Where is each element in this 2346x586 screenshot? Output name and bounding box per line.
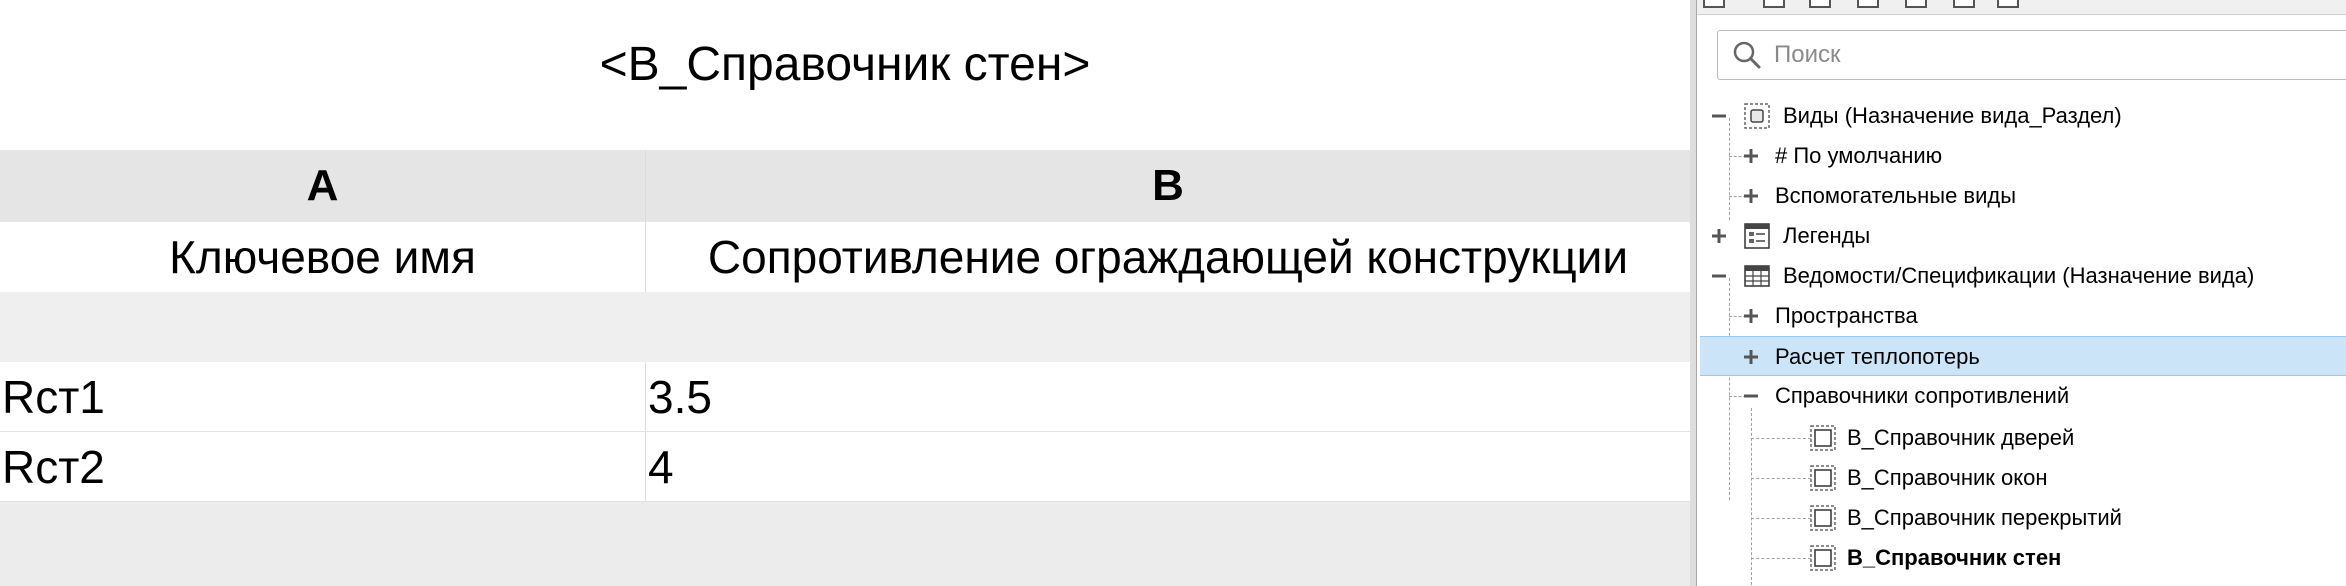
collapse-icon[interactable] — [1741, 386, 1761, 406]
collapse-icon[interactable] — [1709, 106, 1729, 126]
views-folder-icon — [1744, 103, 1770, 129]
tree-label: В_Справочник перекрытий — [1847, 505, 2122, 530]
search-input[interactable] — [1774, 37, 2334, 73]
tree-item-doors-ref[interactable]: В_Справочник дверей — [1697, 418, 2346, 458]
toolbar-icon[interactable] — [1905, 0, 1927, 8]
tree-item-resistance-refs[interactable]: Справочники сопротивлений — [1697, 376, 2346, 416]
toolbar-icon[interactable] — [1763, 0, 1785, 8]
tree-label: Расчет теплопотерь — [1775, 344, 1980, 369]
browser-tree: Виды (Назначение вида_Раздел) # По умолч… — [1697, 96, 2346, 586]
search-box[interactable] — [1717, 30, 2346, 80]
column-header-key-name[interactable]: Ключевое имя — [0, 222, 646, 292]
expand-icon[interactable] — [1741, 306, 1761, 326]
tree-label: Виды (Назначение вида_Раздел) — [1783, 103, 2122, 128]
column-letter-a[interactable]: A — [0, 150, 646, 222]
tree-label: В_Справочник стен — [1847, 545, 2062, 570]
tree-label: Вспомогательные виды — [1775, 183, 2017, 208]
schedule-view-icon — [1810, 505, 1836, 531]
tree-item-default[interactable]: # По умолчанию — [1697, 136, 2346, 176]
column-letter-b[interactable]: B — [646, 150, 1690, 222]
tree-item-heat-loss[interactable]: Расчет теплопотерь — [1700, 336, 2346, 376]
tree-label: # По умолчанию — [1775, 143, 1943, 168]
expand-icon[interactable] — [1741, 146, 1761, 166]
column-name-header: Ключевое имя Сопротивление ограждающей к… — [0, 222, 1690, 292]
schedule-view-icon — [1810, 465, 1836, 491]
expand-icon[interactable] — [1709, 226, 1729, 246]
cell-resistance[interactable]: 3.5 — [646, 362, 1690, 431]
cell-resistance[interactable]: 4 — [646, 432, 1690, 501]
schedule-title[interactable]: <В_Справочник стен> — [0, 0, 1690, 128]
search-icon — [1733, 41, 1761, 69]
toolbar-icon[interactable] — [1809, 0, 1831, 8]
tree-label: Легенды — [1783, 223, 1871, 248]
collapse-icon[interactable] — [1709, 266, 1729, 286]
tree-label: Справочники сопротивлений — [1775, 383, 2070, 408]
legend-icon — [1744, 223, 1770, 249]
cell-key-name[interactable]: Rст2 — [0, 432, 646, 501]
schedule-empty-area — [0, 502, 1690, 586]
blank-header-row — [0, 292, 1690, 362]
tree-item-schedules[interactable]: Ведомости/Спецификации (Назначение вида) — [1697, 256, 2346, 296]
tree-label: Пространства — [1775, 303, 1918, 328]
schedule-icon — [1744, 265, 1770, 287]
tree-label: В_Справочник дверей — [1847, 425, 2075, 450]
browser-toolbar — [1697, 0, 2346, 15]
expand-icon[interactable] — [1741, 186, 1761, 206]
project-browser: Виды (Назначение вида_Раздел) # По умолч… — [1697, 0, 2346, 586]
column-header-resistance[interactable]: Сопротивление ограждающей конструкции — [646, 222, 1690, 292]
tree-item-windows-ref[interactable]: В_Справочник окон — [1697, 458, 2346, 498]
expand-icon[interactable] — [1741, 347, 1761, 367]
tree-label: Ведомости/Спецификации (Назначение вида) — [1783, 263, 2255, 288]
toolbar-icon[interactable] — [1953, 0, 1975, 8]
tree-label: В_Справочник окон — [1847, 465, 2048, 490]
tree-item-auxiliary[interactable]: Вспомогательные виды — [1697, 176, 2346, 216]
tree-item-walls-ref[interactable]: В_Справочник стен — [1697, 538, 2346, 578]
tree-item-spaces[interactable]: Пространства — [1697, 296, 2346, 336]
column-letter-header: A B — [0, 150, 1690, 222]
tree-item-floors-ref[interactable]: В_Справочник перекрытий — [1697, 498, 2346, 538]
schedule-view-icon — [1810, 425, 1836, 451]
tree-item-legends[interactable]: Легенды — [1697, 216, 2346, 256]
cell-key-name[interactable]: Rст1 — [0, 362, 646, 431]
table-row[interactable]: Rст1 3.5 — [0, 362, 1690, 432]
schedule-view: <В_Справочник стен> A B Ключевое имя Соп… — [0, 0, 1690, 586]
table-row[interactable]: Rст2 4 — [0, 432, 1690, 502]
schedule-view-icon — [1810, 545, 1836, 571]
tree-item-views[interactable]: Виды (Назначение вида_Раздел) — [1697, 96, 2346, 136]
toolbar-icon[interactable] — [1857, 0, 1879, 8]
toolbar-icon[interactable] — [1997, 0, 2019, 8]
toolbar-icon[interactable] — [1703, 0, 1725, 8]
